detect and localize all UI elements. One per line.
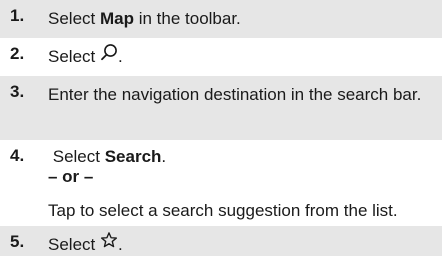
map-label: Map bbox=[99, 9, 134, 28]
instruction-steps: 1. Select Map in the toolbar. 2. Select … bbox=[0, 0, 442, 256]
search-icon bbox=[100, 43, 118, 69]
step-3: 3. Enter the navigation destination in t… bbox=[0, 76, 442, 140]
or-separator: – or – bbox=[48, 167, 94, 186]
step-content: Select . bbox=[48, 43, 434, 71]
step-text-prefix: Select bbox=[48, 235, 100, 254]
step-text-prefix: Select bbox=[48, 9, 100, 28]
step-text-suffix: . bbox=[117, 235, 123, 254]
step-content: Select Map in the toolbar. bbox=[48, 6, 434, 32]
step-line: Select . bbox=[48, 231, 434, 259]
step-2: 2. Select . bbox=[0, 38, 442, 76]
step-text-prefix: Select bbox=[52, 147, 105, 166]
step-number: 5. bbox=[10, 232, 25, 251]
step-text: Enter the navigation destination in the … bbox=[48, 85, 422, 104]
step-line: Select Search. bbox=[48, 146, 434, 168]
step-text-suffix: . bbox=[161, 147, 167, 166]
step-4: 4. Select Search. – or – Tap to select a… bbox=[0, 140, 442, 226]
step-number: 4. bbox=[10, 146, 25, 165]
step-number: 2. bbox=[10, 44, 25, 63]
alt-instruction: Tap to select a search suggestion from t… bbox=[48, 201, 398, 220]
search-label: Search bbox=[104, 147, 162, 166]
step-content: Select Search. – or – Tap to select a se… bbox=[48, 146, 434, 224]
step-5: 5. Select . bbox=[0, 226, 442, 256]
step-1: 1. Select Map in the toolbar. bbox=[0, 0, 442, 38]
step-text-suffix: in the toolbar. bbox=[133, 9, 241, 28]
step-text-prefix: Select bbox=[48, 47, 100, 66]
star-icon bbox=[100, 231, 118, 257]
step-text-suffix: . bbox=[117, 47, 123, 66]
step-content: Select . bbox=[48, 231, 434, 259]
step-number: 3. bbox=[10, 82, 25, 101]
step-number: 1. bbox=[10, 6, 25, 25]
step-line: Select Map in the toolbar. bbox=[48, 6, 434, 32]
step-line: Select . bbox=[48, 43, 434, 71]
step-content: Enter the navigation destination in the … bbox=[48, 82, 434, 108]
